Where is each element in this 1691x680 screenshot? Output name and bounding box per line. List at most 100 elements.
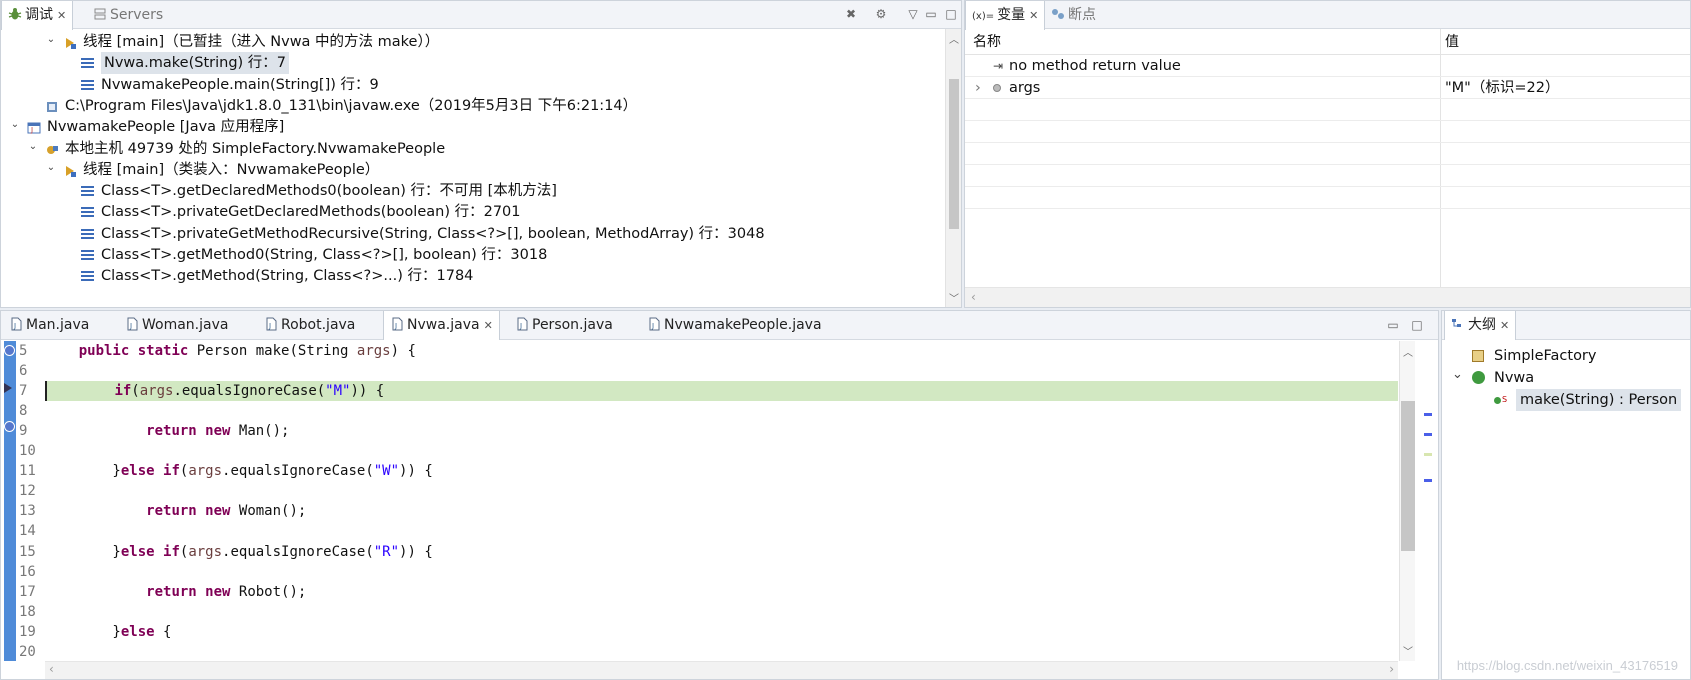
tree-row[interactable]: Class<T>.getDeclaredMethods0(boolean) 行：… bbox=[1, 180, 941, 202]
line-number: 11 bbox=[19, 463, 36, 480]
close-icon[interactable]: ✕ bbox=[1029, 9, 1038, 22]
tree-row[interactable]: Class<T>.getMethod0(String, Class<?>[], … bbox=[1, 244, 941, 266]
debug-scrollbar[interactable]: ︿ ﹀ bbox=[945, 29, 961, 307]
code-line[interactable]: 17 return new Robot(); bbox=[1, 582, 1398, 602]
editor-tab[interactable]: J Robot.java bbox=[258, 311, 361, 339]
code-token: ) { bbox=[390, 343, 416, 359]
column-header-name[interactable]: 名称 bbox=[973, 29, 1001, 55]
editor-tab[interactable]: J Nvwa.java ✕ bbox=[383, 311, 500, 340]
variable-row[interactable]: ⇥ no method return value bbox=[965, 55, 1690, 77]
code-line[interactable]: 8 bbox=[1, 401, 1398, 421]
maximize-icon[interactable]: □ bbox=[1409, 317, 1425, 333]
chevron-down-icon[interactable]: ⌄ bbox=[45, 34, 57, 46]
code-line[interactable]: 12 bbox=[1, 481, 1398, 501]
tab-outline[interactable]: 大纲 ✕ bbox=[1444, 311, 1517, 340]
code-text: public static Person make(String args) { bbox=[45, 341, 416, 361]
code-line[interactable]: 18 bbox=[1, 602, 1398, 622]
tree-row[interactable]: C:\Program Files\Java\jdk1.8.0_131\bin\j… bbox=[1, 95, 941, 117]
tree-row[interactable]: ⌄ 本地主机 49739 处的 SimpleFactory.NvwamakePeo… bbox=[1, 138, 941, 160]
empty-row bbox=[965, 121, 1690, 143]
chevron-down-icon[interactable]: ⌄ bbox=[9, 119, 21, 131]
debug-scroll-thumb[interactable] bbox=[949, 79, 959, 229]
tab-debug[interactable]: 调试 ✕ bbox=[1, 1, 74, 30]
chevron-down-icon[interactable]: ⌄ bbox=[27, 141, 39, 153]
editor-tab[interactable]: J NvwamakePeople.java bbox=[641, 311, 828, 339]
code-line[interactable]: 20 bbox=[1, 642, 1398, 662]
occurrence-mark[interactable] bbox=[1424, 479, 1432, 482]
close-icon[interactable]: ✕ bbox=[484, 319, 493, 332]
scroll-right-icon[interactable]: › bbox=[1389, 662, 1394, 676]
line-number: 8 bbox=[19, 403, 28, 420]
occurrence-mark[interactable] bbox=[1424, 433, 1432, 436]
tree-row[interactable]: Nvwa.make(String) 行：7 bbox=[1, 52, 941, 75]
code-line[interactable]: 11 }else if(args.equalsIgnoreCase("W")) … bbox=[1, 461, 1398, 481]
line-number: 14 bbox=[19, 523, 36, 540]
tab-breakpoints[interactable]: 断点 bbox=[1045, 1, 1102, 29]
code-line[interactable]: 19 }else { bbox=[1, 622, 1398, 642]
code-text: return new Man(); bbox=[45, 421, 289, 441]
editor-tab[interactable]: J Woman.java bbox=[119, 311, 234, 339]
tree-row[interactable]: Class<T>.privateGetDeclaredMethods(boole… bbox=[1, 201, 941, 223]
editor-hscrollbar[interactable]: ‹ › bbox=[45, 661, 1398, 679]
maximize-icon[interactable]: □ bbox=[943, 6, 959, 22]
variable-row[interactable]: › args "M"（标识=22） bbox=[965, 77, 1690, 99]
servers-icon bbox=[94, 8, 106, 20]
overview-ruler[interactable] bbox=[1419, 341, 1437, 661]
code-line[interactable]: 6 bbox=[1, 361, 1398, 381]
code-line[interactable]: 7 if(args.equalsIgnoreCase("M")) { bbox=[1, 381, 1398, 402]
tree-row-label: Class<T>.getMethod(String, Class<?>...) … bbox=[101, 268, 474, 285]
keyword-token: else bbox=[120, 543, 155, 560]
tree-row[interactable]: Class<T>.privateGetMethodRecursive(Strin… bbox=[1, 223, 941, 245]
occurrence-mark[interactable] bbox=[1424, 413, 1432, 416]
code-line[interactable]: 5 public static Person make(String args)… bbox=[1, 341, 1398, 361]
close-icon[interactable]: ✕ bbox=[57, 9, 66, 22]
tree-row[interactable]: Class<T>.getMethod(String, Class<?>...) … bbox=[1, 265, 941, 287]
line-number: 16 bbox=[19, 563, 36, 580]
scroll-left-icon[interactable]: ‹ bbox=[49, 662, 54, 676]
tree-row[interactable]: NvwamakePeople.main(String[]) 行：9 bbox=[1, 74, 941, 96]
code-line[interactable]: 16 bbox=[1, 562, 1398, 582]
close-icon[interactable]: ✕ bbox=[1500, 319, 1509, 332]
tree-row[interactable]: ⌄ 线程 [main]（已暂挂（进入 Nvwa 中的方法 make）） bbox=[1, 31, 941, 53]
occurrence-mark[interactable] bbox=[1424, 453, 1432, 456]
outline-item[interactable]: ⌄ Nvwa bbox=[1442, 367, 1682, 389]
code-editor[interactable]: 5 public static Person make(String args)… bbox=[1, 341, 1398, 661]
outline-item[interactable]: Smake(String) : Person bbox=[1442, 389, 1682, 411]
view-menu-icon[interactable]: ▽ bbox=[905, 6, 921, 22]
tree-row-label: Class<T>.getDeclaredMethods0(boolean) 行：… bbox=[101, 183, 557, 200]
minimize-icon[interactable]: ▭ bbox=[923, 6, 939, 22]
column-header-value[interactable]: 值 bbox=[1445, 29, 1459, 55]
editor-tab[interactable]: J Person.java bbox=[509, 311, 619, 339]
threads-icon[interactable]: ⚙ bbox=[873, 6, 889, 22]
editor-scroll-thumb[interactable] bbox=[1401, 401, 1415, 551]
chevron-right-icon[interactable]: › bbox=[975, 77, 981, 99]
tree-row[interactable]: ⌄ 线程 [main]（类装入：NvwamakePeople） bbox=[1, 159, 941, 181]
code-line[interactable]: 9 return new Man(); bbox=[1, 421, 1398, 441]
chevron-down-icon[interactable]: ⌄ bbox=[45, 162, 57, 174]
scroll-left-icon[interactable]: ‹ bbox=[971, 290, 976, 304]
stack-frame-icon bbox=[81, 58, 94, 69]
tree-row[interactable]: ⌄ J NvwamakePeople [Java 应用程序] bbox=[1, 116, 941, 138]
code-line[interactable]: 13 return new Woman(); bbox=[1, 501, 1398, 521]
tab-servers[interactable]: Servers bbox=[87, 1, 169, 29]
line-number: 12 bbox=[19, 483, 36, 500]
tab-breakpoints-label: 断点 bbox=[1068, 7, 1096, 23]
outline-item[interactable]: SimpleFactory bbox=[1442, 345, 1682, 367]
empty-row bbox=[965, 143, 1690, 165]
variables-hscrollbar[interactable]: ‹ bbox=[965, 287, 1690, 307]
chevron-down-icon[interactable]: ⌄ bbox=[1452, 364, 1463, 386]
watermark: https://blog.csdn.net/weixin_43176519 bbox=[1456, 658, 1678, 673]
tree-row-label: Class<T>.privateGetDeclaredMethods(boole… bbox=[101, 204, 521, 221]
remove-terminated-icon[interactable]: ✖ bbox=[843, 6, 859, 22]
editor-tab[interactable]: J Man.java bbox=[3, 311, 95, 339]
code-line[interactable]: 10 bbox=[1, 441, 1398, 461]
editor-vscrollbar[interactable]: ︿ ﹀ bbox=[1399, 341, 1415, 661]
outline-icon bbox=[1452, 319, 1461, 327]
minimize-icon[interactable]: ▭ bbox=[1385, 317, 1401, 333]
tab-servers-label: Servers bbox=[110, 7, 164, 23]
code-line[interactable]: 14 bbox=[1, 521, 1398, 541]
tab-variables[interactable]: (x)= 变量 ✕ bbox=[965, 1, 1046, 30]
code-line[interactable]: 15 }else if(args.equalsIgnoreCase("R")) … bbox=[1, 542, 1398, 562]
